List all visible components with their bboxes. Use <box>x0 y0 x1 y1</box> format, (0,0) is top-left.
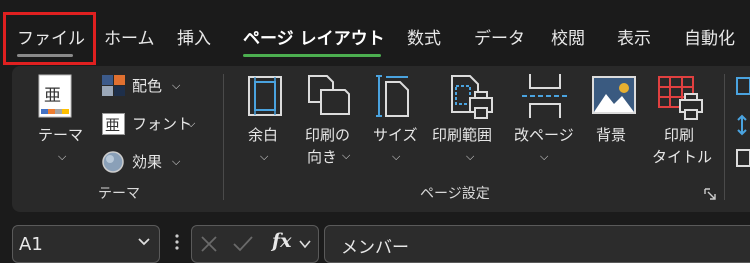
tab-view[interactable]: 表示 <box>617 28 651 50</box>
background-icon <box>592 76 636 114</box>
page-setup-group-label: ページ設定 <box>420 186 490 202</box>
tab-data[interactable]: データ <box>474 28 525 50</box>
ribbon-tab-bar: ファイル ホーム 挿入 ページ レイアウト 数式 データ 校閲 表示 自動化 <box>0 0 750 66</box>
tab-insert[interactable]: 挿入 <box>177 28 211 50</box>
size-icon <box>376 75 409 117</box>
print-area-label: 印刷範囲 <box>432 126 493 144</box>
orientation-label-line2: 向き <box>307 148 338 166</box>
tab-formulas[interactable]: 数式 <box>407 28 441 50</box>
cancel-icon[interactable] <box>200 235 218 253</box>
chevron-down-icon[interactable] <box>137 234 151 248</box>
active-tab-underline <box>243 54 381 57</box>
resize-handle-icon[interactable] <box>175 234 179 250</box>
font-icon-glyph: 亜 <box>105 116 120 134</box>
chevron-down-icon: ⌵ <box>172 79 181 92</box>
chevron-down-icon: ⌵ <box>540 150 549 163</box>
formula-value: メンバー <box>341 238 409 258</box>
colors-label: 配色 <box>132 77 163 95</box>
tab-home[interactable]: ホーム <box>104 28 155 50</box>
color-palette-icon <box>102 75 125 96</box>
page-break-icon <box>522 74 568 118</box>
print-titles-icon <box>658 76 703 120</box>
margins-label: 余白 <box>248 126 279 144</box>
name-box-value: A1 <box>19 234 43 255</box>
chevron-down-icon: ⌵ <box>58 150 67 163</box>
themes-label: テーマ <box>38 126 84 144</box>
formula-buttons: fx <box>191 225 319 263</box>
chevron-down-icon[interactable] <box>299 239 311 249</box>
tab-automate[interactable]: 自動化 <box>684 28 735 50</box>
theme-icon: 亜 <box>38 74 72 118</box>
chevron-down-icon: ⌵ <box>260 150 269 163</box>
tab-review[interactable]: 校閲 <box>551 28 585 50</box>
highlight-annotation-box <box>3 12 96 65</box>
size-label: サイズ <box>373 126 418 144</box>
margins-icon <box>248 76 282 116</box>
print-area-icon <box>451 75 493 119</box>
colors-button[interactable]: 配色 ⌵ <box>102 72 202 100</box>
effects-icon <box>102 151 124 173</box>
chevron-down-icon: ⌵ <box>187 117 196 130</box>
insert-function-button[interactable]: fx <box>272 230 292 252</box>
enter-check-icon[interactable] <box>232 235 254 253</box>
chevron-down-icon: ⌵ <box>392 150 401 163</box>
print-titles-label-line1: 印刷 <box>664 126 695 144</box>
chevron-down-icon: ⌵ <box>466 150 475 163</box>
font-icon: 亜 <box>102 113 125 135</box>
background-label: 背景 <box>596 126 627 144</box>
fonts-label: フォント <box>132 115 193 133</box>
chevron-down-icon: ⌵ <box>172 155 181 168</box>
group-separator <box>223 74 224 200</box>
arrange-group-partial-icons <box>736 77 750 167</box>
effects-label: 効果 <box>132 153 163 171</box>
formula-input[interactable]: メンバー <box>324 225 750 263</box>
effects-button[interactable]: 効果 ⌵ <box>102 148 202 176</box>
page-break-label: 改ページ <box>514 126 574 144</box>
chevron-down-icon: ⌵ <box>342 149 351 162</box>
dialog-launcher-icon[interactable] <box>704 188 716 200</box>
orientation-icon <box>308 75 350 115</box>
theme-group-label: テーマ <box>98 186 140 202</box>
name-box[interactable]: A1 <box>12 225 160 263</box>
orientation-label-line1: 印刷の <box>305 126 351 144</box>
print-titles-label-line2: タイトル <box>652 148 713 166</box>
fonts-button[interactable]: 亜 フォント ⌵ <box>102 110 202 138</box>
theme-icon-glyph: 亜 <box>44 86 61 106</box>
group-separator <box>724 74 725 200</box>
tab-page-layout[interactable]: ページ レイアウト <box>243 28 385 50</box>
